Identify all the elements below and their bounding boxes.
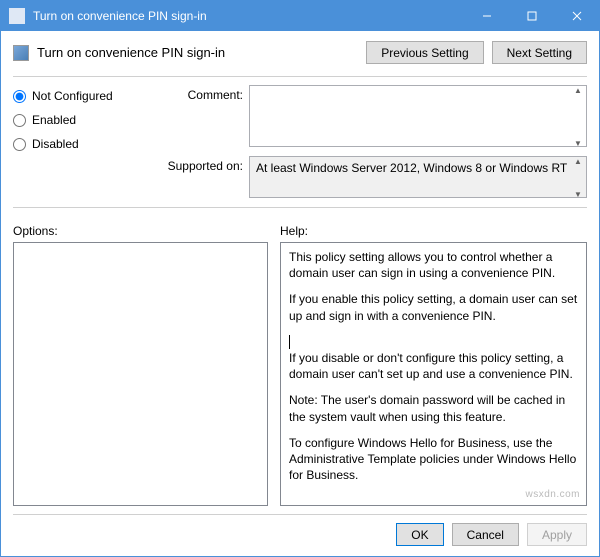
divider-2 <box>13 207 587 208</box>
header-row: Turn on convenience PIN sign-in Previous… <box>13 41 587 64</box>
text-cursor-icon <box>289 335 290 349</box>
state-radios: Not Configured Enabled Disabled <box>13 85 133 201</box>
window: Turn on convenience PIN sign-in Turn on … <box>0 0 600 557</box>
panes-row: Options: Help: This policy setting allow… <box>13 224 587 506</box>
right-fields: Comment: ▲ ▼ Supported on: At least Wind… <box>153 85 587 201</box>
system-buttons <box>464 1 599 31</box>
radio-enabled-input[interactable] <box>13 114 26 127</box>
radio-disabled[interactable]: Disabled <box>13 137 133 151</box>
titlebar: Turn on convenience PIN sign-in <box>1 1 599 31</box>
help-label: Help: <box>280 224 587 238</box>
radio-not-configured-input[interactable] <box>13 90 26 103</box>
divider <box>13 76 587 77</box>
radio-enabled-label: Enabled <box>32 113 76 127</box>
supported-value: At least Windows Server 2012, Windows 8 … <box>249 156 587 198</box>
comment-scroll: ▲ ▼ <box>570 86 586 149</box>
scroll-down-icon[interactable]: ▼ <box>570 139 586 149</box>
policy-icon <box>13 45 29 61</box>
help-paragraph: If you enable this policy setting, a dom… <box>289 291 578 323</box>
supported-label: Supported on: <box>153 156 243 201</box>
help-paragraph: If you disable or don't configure this p… <box>289 350 578 382</box>
comment-label: Comment: <box>153 85 243 150</box>
help-paragraph: To configure Windows Hello for Business,… <box>289 435 578 484</box>
help-paragraph: This policy setting allows you to contro… <box>289 249 578 281</box>
options-label: Options: <box>13 224 268 238</box>
header-left: Turn on convenience PIN sign-in <box>13 45 225 61</box>
radio-enabled[interactable]: Enabled <box>13 113 133 127</box>
scroll-down-icon[interactable]: ▼ <box>570 190 586 200</box>
help-paragraph: Note: The user's domain password will be… <box>289 392 578 424</box>
footer: OK Cancel Apply <box>13 514 587 546</box>
options-box[interactable] <box>13 242 268 506</box>
app-icon <box>9 8 25 24</box>
watermark: wsxdn.com <box>525 488 580 502</box>
previous-setting-button[interactable]: Previous Setting <box>366 41 483 64</box>
window-title: Turn on convenience PIN sign-in <box>33 9 207 23</box>
radio-not-configured-label: Not Configured <box>32 89 113 103</box>
cancel-button[interactable]: Cancel <box>452 523 519 546</box>
radio-disabled-input[interactable] <box>13 138 26 151</box>
comment-input[interactable] <box>249 85 587 147</box>
options-pane: Options: <box>13 224 268 506</box>
radio-not-configured[interactable]: Not Configured <box>13 89 133 103</box>
maximize-button[interactable] <box>509 1 554 31</box>
scroll-up-icon[interactable]: ▲ <box>570 86 586 96</box>
supported-wrap: At least Windows Server 2012, Windows 8 … <box>249 156 587 201</box>
supported-block: Supported on: At least Windows Server 20… <box>153 156 587 201</box>
help-pane: Help: This policy setting allows you to … <box>280 224 587 506</box>
help-box[interactable]: This policy setting allows you to contro… <box>280 242 587 506</box>
ok-button[interactable]: OK <box>396 523 443 546</box>
radio-disabled-label: Disabled <box>32 137 79 151</box>
apply-button[interactable]: Apply <box>527 523 587 546</box>
next-setting-button[interactable]: Next Setting <box>492 41 587 64</box>
config-row: Not Configured Enabled Disabled Comment: <box>13 85 587 201</box>
minimize-button[interactable] <box>464 1 509 31</box>
content: Turn on convenience PIN sign-in Previous… <box>1 31 599 556</box>
close-button[interactable] <box>554 1 599 31</box>
supported-scroll: ▲ ▼ <box>570 157 586 200</box>
policy-title: Turn on convenience PIN sign-in <box>37 45 225 60</box>
scroll-up-icon[interactable]: ▲ <box>570 157 586 167</box>
comment-wrap: ▲ ▼ <box>249 85 587 150</box>
nav-buttons: Previous Setting Next Setting <box>366 41 587 64</box>
titlebar-left: Turn on convenience PIN sign-in <box>1 8 207 24</box>
comment-block: Comment: ▲ ▼ <box>153 85 587 150</box>
